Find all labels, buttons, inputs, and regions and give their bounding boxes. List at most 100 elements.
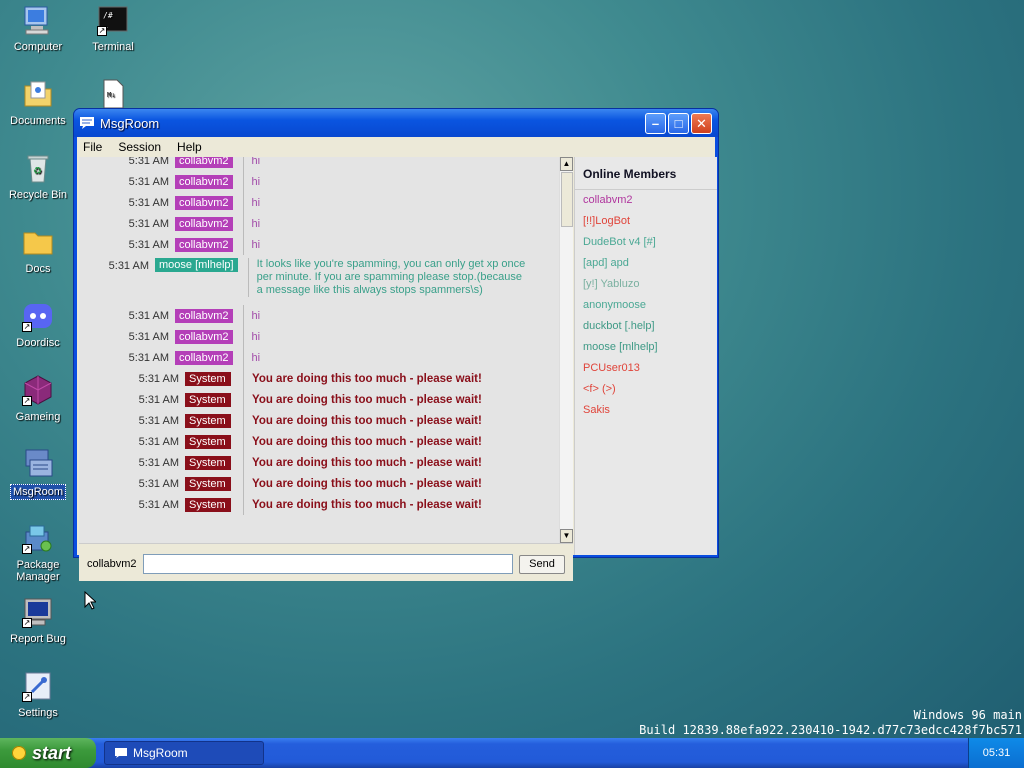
- message-divider: [242, 157, 244, 171]
- message-timestamp: 5:31 AM: [128, 196, 169, 209]
- online-members-title: Online Members: [575, 157, 717, 190]
- chat-message: 5:31 AM System You are doing this too much…: [79, 389, 559, 410]
- message-timestamp: 5:31 AM: [138, 393, 179, 406]
- system-tray-clock[interactable]: 05:31: [968, 738, 1024, 768]
- chat-message: 5:31 AM System You are doing this too much…: [79, 452, 559, 473]
- desktop-icon-package-manager[interactable]: ↗ Package Manager: [1, 522, 75, 584]
- online-members-panel: Online Members collabvm2 [!!]LogBot DudeBo…: [574, 157, 717, 555]
- chat-message: 5:31 AM System You are doing this too much…: [79, 431, 559, 452]
- message-text: You are doing this too much - please wai…: [252, 456, 482, 469]
- chat-message: 5:31 AM collabvm2 hi: [79, 305, 559, 326]
- msgroom-task-icon: [115, 748, 127, 758]
- desktop-icon-computer[interactable]: Computer: [1, 4, 75, 54]
- message-timestamp: 5:31 AM: [138, 414, 179, 427]
- desktop-icon-label: Report Bug: [10, 633, 66, 645]
- desktop-icon-documents[interactable]: Documents: [1, 78, 75, 128]
- message-username-badge[interactable]: System: [185, 455, 231, 470]
- desktop-icon-gameing[interactable]: ↗ Gameing: [1, 374, 75, 424]
- chat-message: 5:31 AM collabvm2 hi: [79, 347, 559, 368]
- message-divider: [243, 494, 244, 515]
- menu-help[interactable]: Help: [177, 140, 202, 154]
- message-timestamp: 5:31 AM: [128, 217, 169, 230]
- message-username-badge[interactable]: System: [185, 434, 231, 449]
- message-text: hi: [251, 330, 261, 343]
- message-divider: [243, 431, 244, 452]
- chat-message: 5:31 AM collabvm2 hi: [79, 234, 559, 255]
- msgroom-window[interactable]: MsgRoom – □ ✕ File Session Help 5:31 AM c…: [73, 108, 719, 581]
- message-input[interactable]: [143, 554, 513, 574]
- member-item[interactable]: [apd] apd: [575, 253, 717, 274]
- message-timestamp: 5:31 AM: [128, 351, 169, 364]
- message-text: hi: [251, 351, 261, 364]
- taskbar-item-label: MsgRoom: [133, 746, 188, 760]
- scroll-down-arrow-icon[interactable]: ▼: [560, 529, 573, 543]
- member-item[interactable]: moose [mlhelp]: [575, 337, 717, 358]
- message-text: You are doing this too much - please wai…: [252, 393, 482, 406]
- desktop-icon-report-bug[interactable]: ↗ Report Bug: [1, 596, 75, 646]
- build-watermark: Windows 96 main Build 12839.88efa922.230…: [639, 708, 1022, 738]
- member-item[interactable]: anonymoose: [575, 295, 717, 316]
- start-label: start: [32, 742, 72, 763]
- message-username-badge[interactable]: System: [185, 392, 231, 407]
- message-username-badge[interactable]: collabvm2: [175, 216, 233, 231]
- desktop-icon-doordisc[interactable]: ↗ Doordisc: [1, 300, 75, 350]
- chat-message: 5:31 AM collabvm2 hi: [79, 192, 559, 213]
- message-divider: [243, 452, 244, 473]
- message-username-badge[interactable]: moose [mlhelp]: [155, 258, 238, 272]
- start-button[interactable]: start: [0, 738, 96, 768]
- message-text: hi: [251, 175, 261, 188]
- menu-file[interactable]: File: [83, 140, 102, 154]
- message-divider: [242, 213, 244, 234]
- chat-log[interactable]: 5:31 AM collabvm2 hi 5:31 AM collabvm2 hi 5:31…: [79, 157, 573, 543]
- member-item[interactable]: duckbot [.help]: [575, 316, 717, 337]
- minimize-button[interactable]: –: [645, 112, 666, 134]
- desktop-icon-label: Computer: [13, 41, 63, 53]
- member-item[interactable]: [!!]LogBot: [575, 211, 717, 232]
- member-item[interactable]: Sakis: [575, 400, 717, 421]
- send-button[interactable]: Send: [519, 555, 565, 574]
- message-divider: [242, 305, 244, 326]
- member-item[interactable]: PCUser013: [575, 358, 717, 379]
- message-username-badge[interactable]: collabvm2: [175, 195, 233, 210]
- member-item[interactable]: [y!] Yabluzo: [575, 274, 717, 295]
- shortcut-arrow-icon: ↗: [22, 544, 32, 554]
- desktop-icon-recycle-bin[interactable]: ♻ Recycle Bin: [1, 152, 75, 202]
- message-username-badge[interactable]: collabvm2: [175, 329, 233, 344]
- scroll-up-arrow-icon[interactable]: ▲: [560, 157, 573, 171]
- member-item[interactable]: collabvm2: [575, 190, 717, 211]
- menu-session[interactable]: Session: [118, 140, 161, 154]
- maximize-button[interactable]: □: [668, 112, 689, 134]
- message-username-badge[interactable]: collabvm2: [175, 350, 233, 365]
- message-username-badge[interactable]: collabvm2: [175, 174, 233, 189]
- message-divider: [242, 234, 244, 255]
- taskbar-item-msgroom[interactable]: MsgRoom: [104, 741, 264, 765]
- window-titlebar[interactable]: MsgRoom – □ ✕: [74, 109, 718, 137]
- message-username-badge[interactable]: collabvm2: [175, 237, 233, 252]
- desktop-icon-msgroom[interactable]: MsgRoom: [1, 448, 75, 500]
- markdown-file-icon: M↓: [97, 78, 129, 110]
- window-client: File Session Help 5:31 AM collabvm2 hi 5:31…: [77, 137, 717, 581]
- message-username-badge[interactable]: System: [185, 413, 231, 428]
- taskbar: start MsgRoom 05:31: [0, 738, 1024, 768]
- message-username-badge[interactable]: System: [185, 371, 231, 386]
- desktop-icon-settings[interactable]: ↗ Settings: [1, 670, 75, 720]
- chat-message: 5:31 AM collabvm2 hi: [79, 326, 559, 347]
- member-item[interactable]: <f> (>): [575, 379, 717, 400]
- message-timestamp: 5:31 AM: [128, 175, 169, 188]
- close-button[interactable]: ✕: [691, 112, 712, 134]
- member-item[interactable]: DudeBot v4 [#]: [575, 232, 717, 253]
- message-input-bar: collabvm2 Send: [79, 543, 573, 581]
- desktop-icon-label: Docs: [25, 263, 51, 275]
- chat-scrollbar[interactable]: ▲ ▼: [559, 157, 573, 543]
- message-text: You are doing this too much - please wai…: [252, 414, 482, 427]
- message-timestamp: 5:31 AM: [138, 435, 179, 448]
- message-divider: [243, 410, 244, 431]
- scroll-thumb[interactable]: [561, 172, 573, 227]
- desktop-icon-docs[interactable]: Docs: [1, 226, 75, 276]
- message-username-badge[interactable]: System: [185, 497, 231, 512]
- message-username-badge[interactable]: collabvm2: [175, 157, 233, 168]
- menu-bar: File Session Help: [77, 137, 715, 157]
- message-username-badge[interactable]: System: [185, 476, 231, 491]
- desktop-icon-terminal[interactable]: /# _ ↗ Terminal: [76, 4, 150, 54]
- message-username-badge[interactable]: collabvm2: [175, 308, 233, 323]
